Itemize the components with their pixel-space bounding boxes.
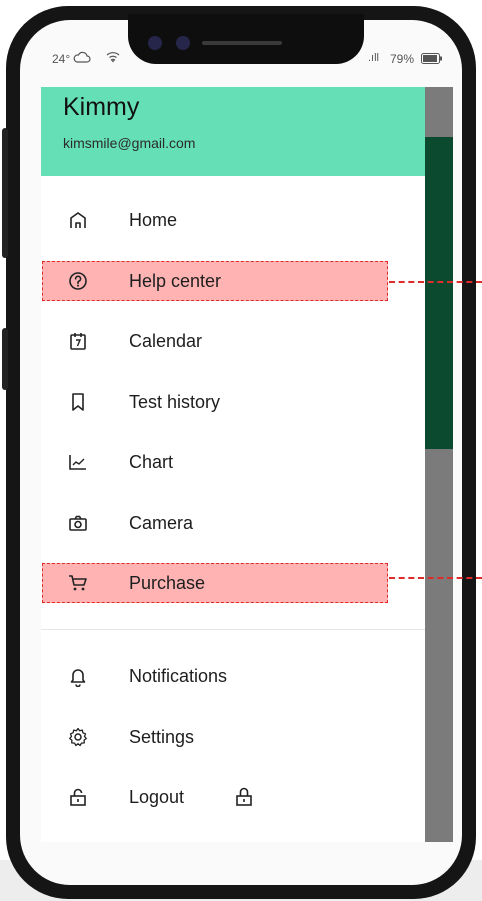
bell-icon	[67, 665, 89, 687]
menu-item-camera[interactable]: Camera	[41, 503, 425, 543]
gear-icon	[67, 726, 89, 748]
menu-item-label: Home	[129, 210, 178, 230]
purchase-connector	[389, 577, 482, 579]
weather-cloud-icon	[73, 51, 91, 63]
user-name: Kimmy	[63, 93, 140, 121]
signal-strength: .ıll	[368, 52, 379, 64]
menu-item-settings[interactable]: Settings	[41, 717, 425, 757]
power-button	[2, 328, 8, 390]
battery-percent: 79%	[390, 52, 415, 66]
volume-button	[2, 128, 8, 258]
calendar-icon	[67, 330, 89, 352]
menu-item-calendar[interactable]: Calendar	[41, 321, 425, 361]
menu-item-help-center[interactable]: Help center	[41, 261, 425, 301]
menu-item-test-history[interactable]: Test history	[41, 382, 425, 422]
menu-item-chart[interactable]: Chart	[41, 442, 425, 482]
front-camera-icon	[148, 36, 162, 50]
menu-item-logout[interactable]: Logout	[41, 777, 425, 817]
wifi-icon	[106, 51, 120, 63]
chart-icon	[67, 451, 89, 473]
status-temperature: 24°	[52, 52, 71, 66]
menu-item-label: Help center	[129, 271, 222, 291]
notch	[128, 14, 364, 64]
camera-icon	[67, 512, 89, 534]
navigation-drawer: Kimmy kimsmile@gmail.com Home Help cente…	[41, 87, 425, 842]
sensor-icon	[176, 36, 190, 50]
menu-item-label: Purchase	[129, 573, 206, 593]
background-content-green	[425, 137, 453, 449]
app-screen: Kimmy kimsmile@gmail.com Home Help cente…	[41, 87, 453, 842]
menu-item-purchase[interactable]: Purchase	[41, 563, 425, 603]
home-icon	[67, 209, 89, 231]
earpiece-speaker	[202, 41, 282, 45]
menu-item-label: Notifications	[129, 666, 228, 686]
cart-icon	[67, 572, 89, 594]
user-email: kimsmile@gmail.com	[63, 135, 196, 151]
drawer-header: Kimmy kimsmile@gmail.com	[41, 87, 425, 176]
battery-icon	[421, 53, 443, 64]
menu-item-label: Logout	[129, 787, 185, 807]
logout-icon	[67, 786, 89, 808]
menu-item-notifications[interactable]: Notifications	[41, 656, 425, 696]
menu-item-label: Camera	[129, 513, 194, 533]
help-center-connector	[389, 281, 482, 283]
menu-item-label: Calendar	[129, 331, 203, 351]
unlock-icon	[233, 786, 255, 808]
bookmark-icon	[67, 391, 89, 413]
drawer-divider	[41, 629, 425, 630]
menu-item-label: Settings	[129, 727, 195, 747]
menu-item-label: Chart	[129, 452, 174, 472]
help-circle-icon	[67, 270, 89, 292]
menu-item-label: Test history	[129, 392, 221, 412]
menu-item-home[interactable]: Home	[41, 200, 425, 240]
